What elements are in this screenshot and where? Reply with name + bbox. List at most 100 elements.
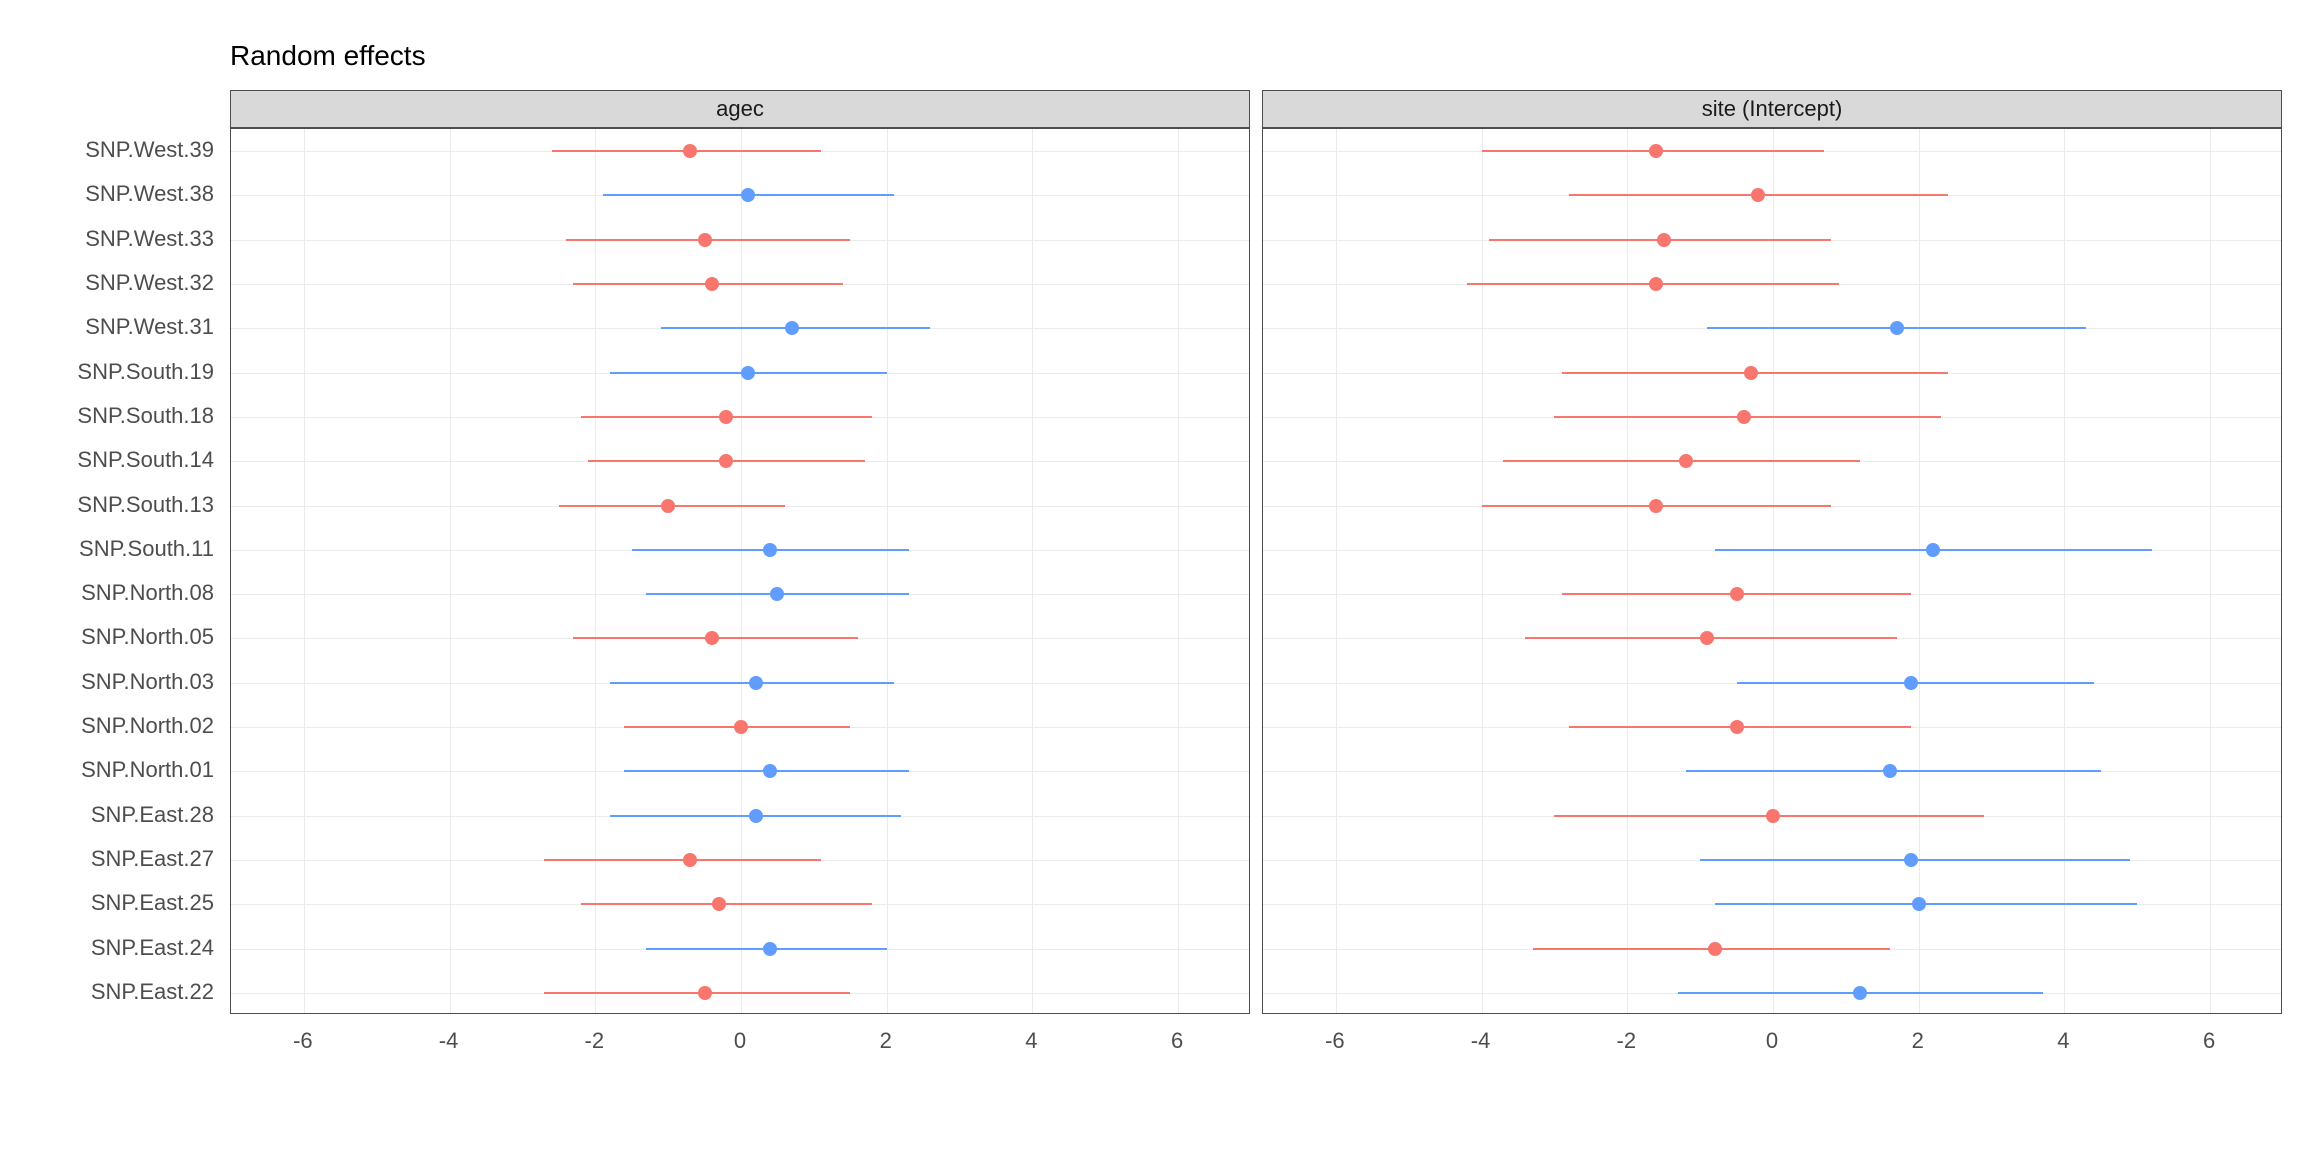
facet-header-agec: agec <box>230 90 1250 128</box>
y-tick-label: SNP.North.02 <box>81 713 214 739</box>
point-estimate <box>1890 321 1904 335</box>
chart-title: Random effects <box>230 40 426 72</box>
grid-line <box>1032 129 1033 1013</box>
y-tick-label: SNP.North.03 <box>81 669 214 695</box>
point-estimate <box>1730 720 1744 734</box>
x-tick-label: 0 <box>1766 1028 1778 1054</box>
y-tick-label: SNP.South.18 <box>77 403 214 429</box>
x-tick-label: 2 <box>1912 1028 1924 1054</box>
y-tick-label: SNP.East.27 <box>91 846 214 872</box>
point-estimate <box>1657 233 1671 247</box>
facet-label: site (Intercept) <box>1702 96 1843 122</box>
point-estimate <box>741 188 755 202</box>
error-bar <box>581 903 872 905</box>
point-estimate <box>1883 764 1897 778</box>
point-estimate <box>1751 188 1765 202</box>
point-estimate <box>763 764 777 778</box>
point-estimate <box>763 942 777 956</box>
y-tick-label: SNP.South.19 <box>77 359 214 385</box>
panel-site-intercept <box>1262 128 2282 1014</box>
grid-line <box>1482 129 1483 1013</box>
y-tick-label: SNP.North.08 <box>81 580 214 606</box>
point-estimate <box>741 366 755 380</box>
facet-header-site-intercept: site (Intercept) <box>1262 90 2282 128</box>
grid-line <box>1773 129 1774 1013</box>
point-estimate <box>1744 366 1758 380</box>
point-estimate <box>705 631 719 645</box>
y-tick-label: SNP.West.31 <box>85 314 214 340</box>
grid-line <box>2210 129 2211 1013</box>
x-tick-label: -6 <box>293 1028 313 1054</box>
grid-line <box>887 129 888 1013</box>
y-tick-label: SNP.North.01 <box>81 757 214 783</box>
y-tick-label: SNP.East.24 <box>91 935 214 961</box>
x-tick-label: 2 <box>880 1028 892 1054</box>
grid-line <box>1336 129 1337 1013</box>
point-estimate <box>1766 809 1780 823</box>
x-tick-label: 4 <box>2057 1028 2069 1054</box>
y-axis-labels: SNP.West.39 SNP.West.38 SNP.West.33 SNP.Wes… <box>0 128 226 1014</box>
point-estimate <box>719 410 733 424</box>
y-tick-label: SNP.South.14 <box>77 447 214 473</box>
point-estimate <box>1649 144 1663 158</box>
point-estimate <box>1853 986 1867 1000</box>
y-tick-label: SNP.South.13 <box>77 492 214 518</box>
grid-line <box>1919 129 1920 1013</box>
y-tick-label: SNP.East.28 <box>91 802 214 828</box>
point-estimate <box>1649 499 1663 513</box>
point-estimate <box>683 853 697 867</box>
point-estimate <box>1912 897 1926 911</box>
point-estimate <box>698 986 712 1000</box>
y-tick-label: SNP.West.38 <box>85 181 214 207</box>
x-tick-label: 6 <box>1171 1028 1183 1054</box>
point-estimate <box>705 277 719 291</box>
x-tick-label: -2 <box>585 1028 605 1054</box>
point-estimate <box>1708 942 1722 956</box>
x-tick-label: -4 <box>439 1028 459 1054</box>
grid-line <box>741 129 742 1013</box>
y-tick-label: SNP.South.11 <box>79 536 214 562</box>
y-tick-label: SNP.West.33 <box>85 226 214 252</box>
x-tick-label: 4 <box>1025 1028 1037 1054</box>
point-estimate <box>734 720 748 734</box>
x-tick-label: -4 <box>1471 1028 1491 1054</box>
x-tick-label: 6 <box>2203 1028 2215 1054</box>
x-axis-site-intercept: -6 -4 -2 0 2 4 6 <box>1262 1028 2282 1068</box>
x-tick-label: 0 <box>734 1028 746 1054</box>
grid-line <box>1627 129 1628 1013</box>
point-estimate <box>1730 587 1744 601</box>
point-estimate <box>719 454 733 468</box>
grid-line <box>450 129 451 1013</box>
point-estimate <box>683 144 697 158</box>
grid-line <box>304 129 305 1013</box>
point-estimate <box>1679 454 1693 468</box>
point-estimate <box>698 233 712 247</box>
point-estimate <box>1700 631 1714 645</box>
point-estimate <box>770 587 784 601</box>
grid-line <box>1178 129 1179 1013</box>
y-tick-label: SNP.West.39 <box>85 137 214 163</box>
point-estimate <box>1737 410 1751 424</box>
point-estimate <box>661 499 675 513</box>
point-estimate <box>712 897 726 911</box>
x-axis-agec: -6 -4 -2 0 2 4 6 <box>230 1028 1250 1068</box>
grid-line <box>595 129 596 1013</box>
point-estimate <box>1904 853 1918 867</box>
y-tick-label: SNP.East.25 <box>91 890 214 916</box>
y-tick-label: SNP.West.32 <box>85 270 214 296</box>
point-estimate <box>785 321 799 335</box>
point-estimate <box>749 676 763 690</box>
y-tick-label: SNP.East.22 <box>91 979 214 1005</box>
point-estimate <box>1649 277 1663 291</box>
facet-label: agec <box>716 96 764 122</box>
point-estimate <box>763 543 777 557</box>
panel-agec <box>230 128 1250 1014</box>
error-bar <box>1715 903 2138 905</box>
point-estimate <box>749 809 763 823</box>
point-estimate <box>1904 676 1918 690</box>
x-tick-label: -2 <box>1617 1028 1637 1054</box>
point-estimate <box>1926 543 1940 557</box>
x-tick-label: -6 <box>1325 1028 1345 1054</box>
y-tick-label: SNP.North.05 <box>81 624 214 650</box>
grid-line <box>2064 129 2065 1013</box>
